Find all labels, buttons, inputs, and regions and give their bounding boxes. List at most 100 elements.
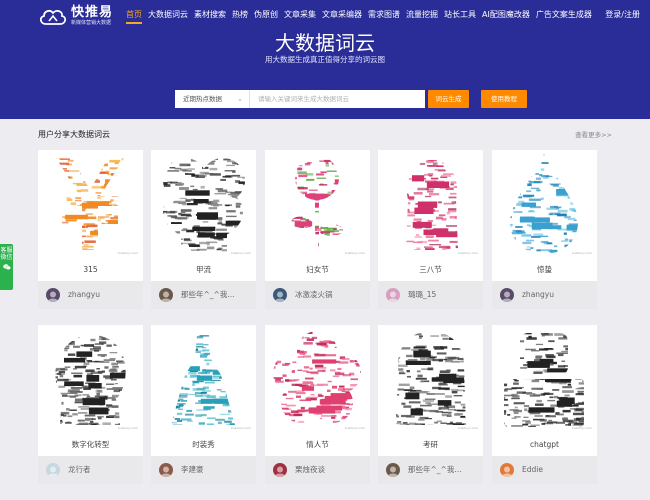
wordcloud-title[interactable]: 三八节 [378, 265, 483, 275]
username[interactable]: 冰激凌火锅 [295, 290, 333, 300]
avatar[interactable] [159, 288, 173, 302]
watermark-text: kuaituiyi.com [345, 426, 365, 430]
card-footer: zhangyu [492, 281, 597, 309]
wordcloud-thumbnail[interactable]: kuaituiyi.com [492, 325, 597, 432]
brand-name: 快推易 [71, 5, 114, 20]
nav-item-pseudo-original[interactable]: 伪原创 [254, 9, 278, 21]
wordcloud-title[interactable]: 惊蛰 [492, 265, 597, 275]
wordcloud-image: kuaituiyi.com [406, 160, 478, 255]
wordcloud-card[interactable]: kuaituiyi.com chatgpt Eddie [492, 325, 597, 484]
generate-wordcloud-button[interactable]: 词云生成 [428, 90, 469, 108]
wordcloud-card[interactable]: kuaituiyi.com 情人节 栗烛夜谈 [265, 325, 370, 484]
wordcloud-title[interactable]: 315 [38, 265, 143, 275]
wordcloud-card[interactable]: kuaituiyi.com 甲流 那些年^_^我... [151, 150, 256, 309]
username[interactable]: 璐璐_15 [408, 290, 436, 300]
wordcloud-image: kuaituiyi.com [56, 158, 138, 255]
card-footer: 李建豪 [151, 456, 256, 484]
see-more-link[interactable]: 查看更多>> [575, 131, 612, 140]
wordcloud-card[interactable]: kuaituiyi.com 时装秀 李建豪 [151, 325, 256, 484]
avatar[interactable] [500, 463, 514, 477]
card-footer: 龙行者 [38, 456, 143, 484]
data-source-select[interactable]: 近期热点数据 ⌄ [175, 90, 250, 108]
watermark-text: kuaituiyi.com [345, 251, 365, 255]
wordcloud-thumbnail[interactable]: kuaituiyi.com [38, 150, 143, 257]
wordcloud-thumbnail[interactable]: kuaituiyi.com [38, 325, 143, 432]
wordcloud-card[interactable]: kuaituiyi.com 妇女节 冰激凌火锅 [265, 150, 370, 309]
nav-item-traffic-mining[interactable]: 流量挖掘 [406, 9, 438, 21]
wordcloud-thumbnail[interactable]: kuaituiyi.com [151, 150, 256, 257]
wordcloud-title[interactable]: 数字化转型 [38, 440, 143, 450]
avatar[interactable] [273, 288, 287, 302]
wordcloud-card[interactable]: kuaituiyi.com 考研 那些年^_^我... [378, 325, 483, 484]
nav-item-home[interactable]: 首页 [126, 9, 142, 24]
nav-item-article-collect[interactable]: 文章采集 [284, 9, 316, 21]
wordcloud-image: kuaituiyi.com [273, 331, 365, 430]
wordcloud-thumbnail[interactable]: kuaituiyi.com [151, 325, 256, 432]
chevron-down-icon: ⌄ [237, 95, 243, 103]
tutorial-button[interactable]: 使用教程 [481, 90, 527, 108]
wordcloud-card[interactable]: kuaituiyi.com 三八节 璐璐_15 [378, 150, 483, 309]
nav-item-webmaster-tools[interactable]: 站长工具 [444, 9, 476, 21]
cloud-logo-icon [39, 9, 67, 25]
avatar[interactable] [159, 463, 173, 477]
nav-item-ai-image[interactable]: AI配图魔改器 [482, 9, 530, 21]
data-source-select-value: 近期热点数据 [183, 95, 222, 103]
wordcloud-image: kuaituiyi.com [171, 335, 251, 430]
username[interactable]: zhangyu [522, 290, 554, 300]
user-avatar-icon [501, 466, 513, 477]
wordcloud-thumbnail[interactable]: kuaituiyi.com [378, 325, 483, 432]
wordcloud-title[interactable]: 甲流 [151, 265, 256, 275]
avatar[interactable] [386, 288, 400, 302]
avatar[interactable] [500, 288, 514, 302]
keyword-input[interactable] [250, 90, 425, 108]
wordcloud-card[interactable]: kuaituiyi.com 惊蛰 zhangyu [492, 150, 597, 309]
wordcloud-title[interactable]: chatgpt [492, 440, 597, 450]
login-register-link[interactable]: 登录/注册 [605, 9, 640, 21]
hero-banner: 快推易 新媒体营销大数据 首页 大数据词云 素材搜索 热榜 伪原创 文章采集 文… [0, 0, 650, 119]
avatar[interactable] [273, 463, 287, 477]
avatar[interactable] [46, 463, 60, 477]
user-avatar-icon [47, 291, 59, 302]
watermark-text: kuaituiyi.com [231, 251, 251, 255]
page-subtitle: 用大数据生成真正值得分享的词云图 [265, 55, 385, 64]
customer-service-tab[interactable]: 客服微信 [0, 244, 13, 290]
username[interactable]: 龙行者 [68, 465, 91, 475]
user-avatar-icon [501, 291, 513, 302]
nav-item-wordcloud[interactable]: 大数据词云 [148, 9, 188, 21]
avatar[interactable] [46, 288, 60, 302]
nav-item-material-search[interactable]: 素材搜索 [194, 9, 226, 21]
card-footer: 冰激凌火锅 [265, 281, 370, 309]
watermark-text: kuaituiyi.com [572, 251, 592, 255]
username[interactable]: zhangyu [68, 290, 100, 300]
wordcloud-image: kuaituiyi.com [163, 158, 251, 255]
watermark-text: kuaituiyi.com [458, 426, 478, 430]
wordcloud-image: kuaituiyi.com [504, 333, 592, 430]
wordcloud-thumbnail[interactable]: kuaituiyi.com [265, 325, 370, 432]
username[interactable]: 栗烛夜谈 [295, 465, 325, 475]
wordcloud-title[interactable]: 妇女节 [265, 265, 370, 275]
top-nav: 首页 大数据词云 素材搜索 热榜 伪原创 文章采集 文章采编器 需求图谱 流量挖… [126, 9, 598, 24]
user-avatar-icon [274, 291, 286, 302]
nav-item-article-editor[interactable]: 文章采编器 [322, 9, 362, 21]
wordcloud-card[interactable]: kuaituiyi.com 数字化转型 龙行者 [38, 325, 143, 484]
username[interactable]: 李建豪 [181, 465, 204, 475]
page-title: 大数据词云 [275, 31, 375, 55]
wordcloud-image: kuaituiyi.com [396, 332, 478, 430]
nav-item-hot-list[interactable]: 热榜 [232, 9, 248, 21]
wordcloud-thumbnail[interactable]: kuaituiyi.com [265, 150, 370, 257]
username[interactable]: Eddie [522, 465, 543, 475]
wordcloud-title[interactable]: 情人节 [265, 440, 370, 450]
wordcloud-thumbnail[interactable]: kuaituiyi.com [492, 150, 597, 257]
username[interactable]: 那些年^_^我... [181, 290, 234, 300]
user-avatar-icon [387, 291, 399, 302]
avatar[interactable] [386, 463, 400, 477]
wordcloud-card[interactable]: kuaituiyi.com 315 zhangyu [38, 150, 143, 309]
username[interactable]: 那些年^_^我... [408, 465, 461, 475]
nav-item-demand-graph[interactable]: 需求图谱 [368, 9, 400, 21]
user-avatar-icon [274, 466, 286, 477]
wordcloud-title[interactable]: 时装秀 [151, 440, 256, 450]
wordcloud-title[interactable]: 考研 [378, 440, 483, 450]
nav-item-ad-copy[interactable]: 广告文案生成器 [536, 9, 592, 21]
logo[interactable]: 快推易 新媒体营销大数据 [38, 6, 113, 27]
wordcloud-thumbnail[interactable]: kuaituiyi.com [378, 150, 483, 257]
